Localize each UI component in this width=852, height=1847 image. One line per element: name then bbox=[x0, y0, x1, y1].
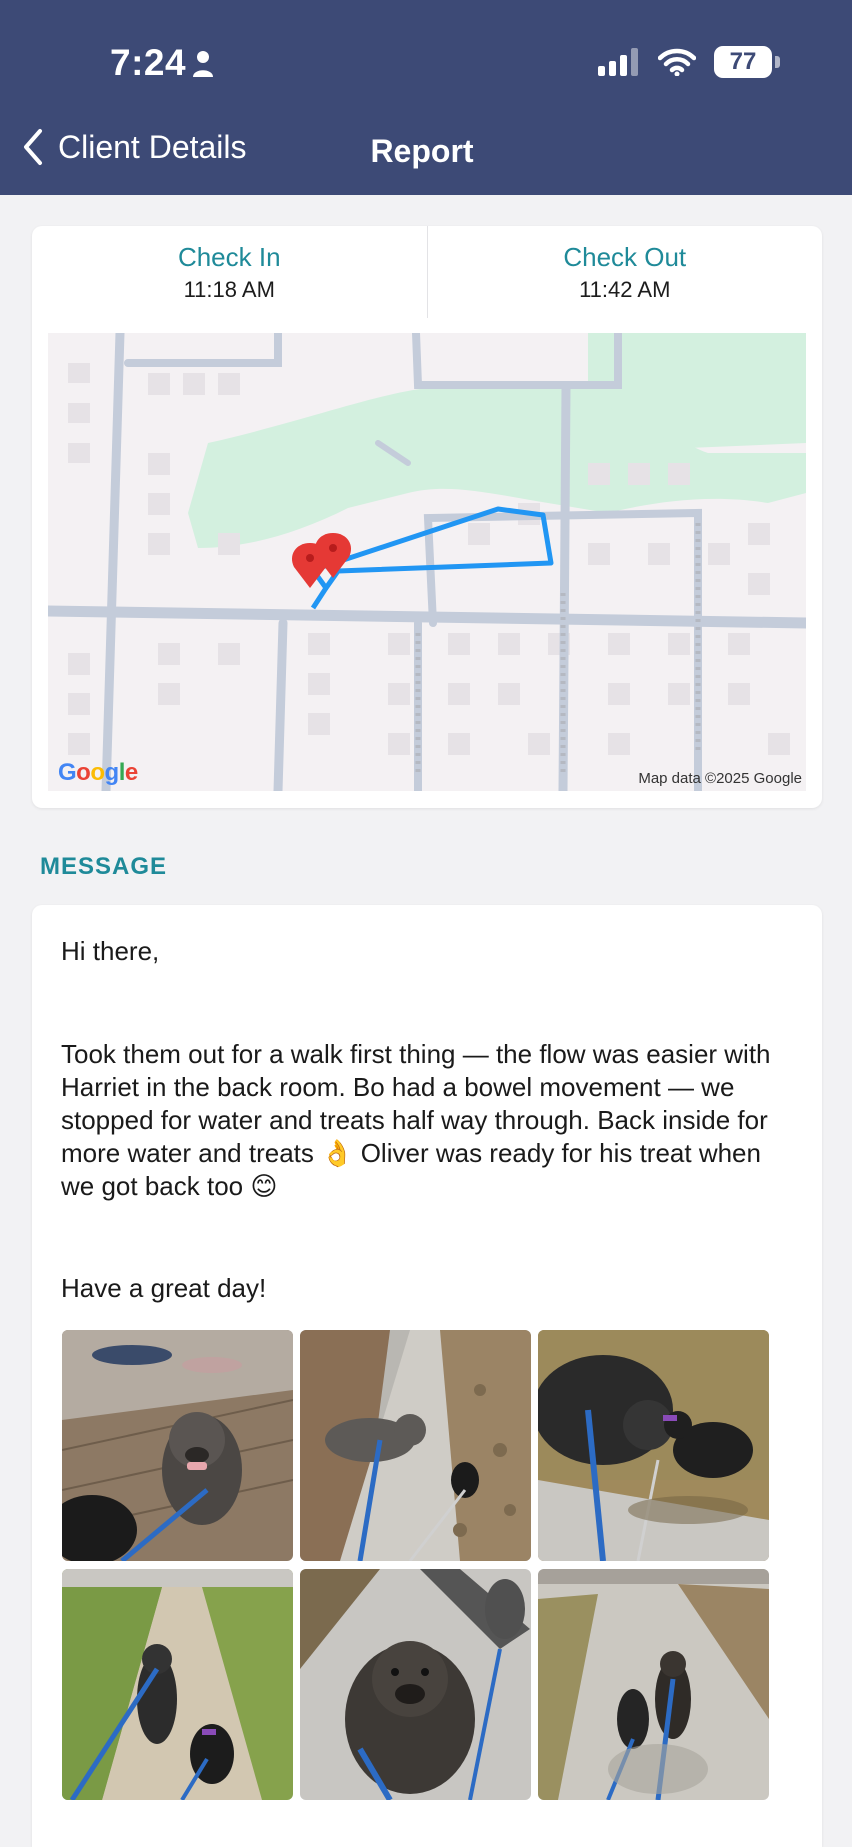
message-greeting: Hi there, bbox=[61, 936, 160, 966]
message-card: Hi there, Took them out for a walk first… bbox=[32, 905, 822, 1847]
dogs-ahead-sidewalk-photo[interactable] bbox=[538, 1569, 769, 1800]
back-button-label: Client Details bbox=[58, 128, 247, 165]
check-out-label: Check Out bbox=[563, 242, 687, 272]
map-graphic bbox=[48, 333, 806, 791]
message-body: Took them out for a walk first thing — t… bbox=[61, 1039, 771, 1201]
check-in-time: 11:18 AM bbox=[183, 277, 275, 302]
person-icon bbox=[193, 51, 213, 77]
chevron-left-icon bbox=[24, 129, 42, 165]
cellular-signal-icon bbox=[598, 48, 638, 76]
check-out: Check Out 11:42 AM bbox=[426, 226, 823, 318]
status-time: 7:24 bbox=[110, 42, 187, 83]
dog-looking-up-photo[interactable] bbox=[300, 1569, 531, 1800]
dogs-on-grass-photo[interactable] bbox=[538, 1330, 769, 1561]
app-header: 7:24 77 Client Details Report bbox=[0, 0, 852, 195]
back-button[interactable]: Client Details bbox=[22, 128, 247, 166]
wifi-icon bbox=[658, 48, 696, 76]
check-in-label: Check In bbox=[177, 242, 281, 272]
status-icons: 77 bbox=[598, 46, 780, 78]
check-out-time: 11:42 AM bbox=[579, 277, 671, 302]
check-in: Check In 11:18 AM bbox=[32, 226, 427, 318]
visit-times: Check In 11:18 AM Check Out 11:42 AM bbox=[32, 226, 822, 318]
message-section-header: MESSAGE bbox=[40, 853, 168, 880]
walk-route-map[interactable]: Google Map data ©2025 Google bbox=[48, 333, 806, 791]
battery-indicator: 77 bbox=[714, 46, 780, 78]
dogs-walking-sidewalk-photo[interactable] bbox=[62, 1569, 293, 1800]
dog-on-floor-photo[interactable] bbox=[62, 1330, 293, 1561]
battery-level: 77 bbox=[729, 48, 757, 75]
two-dogs-sidewalk-photo[interactable] bbox=[300, 1330, 531, 1561]
google-logo: Google bbox=[58, 759, 138, 786]
message-signoff: Have a great day! bbox=[61, 1273, 267, 1303]
map-attribution: Map data ©2025 Google bbox=[638, 770, 802, 787]
visit-summary-card: Check In 11:18 AM Check Out 11:42 AM Goo… bbox=[32, 226, 822, 808]
